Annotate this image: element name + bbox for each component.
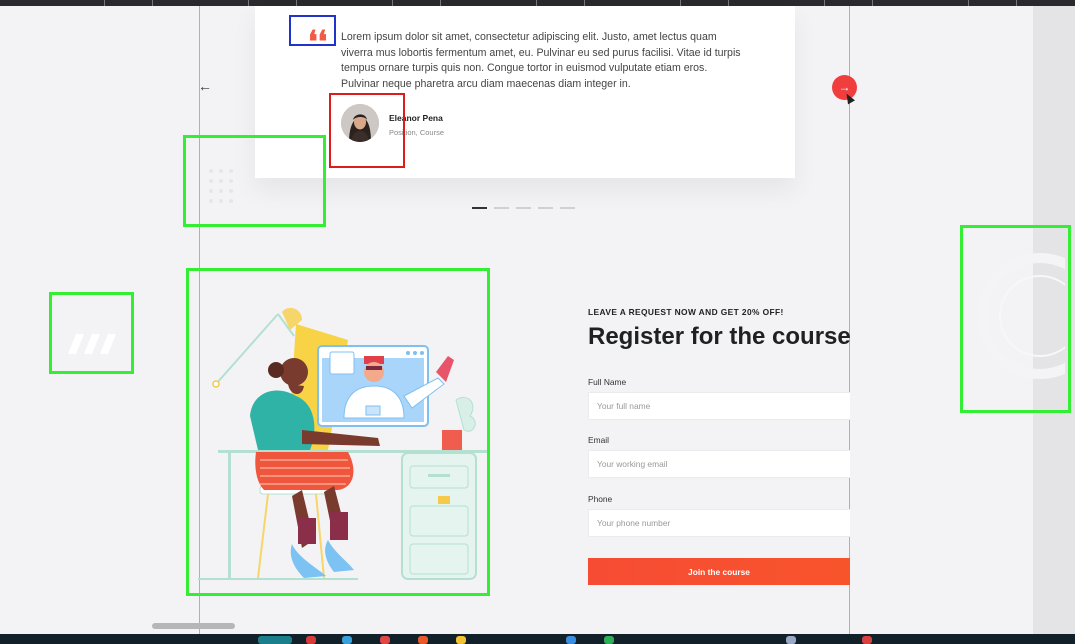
- taskbar-app-icon[interactable]: [342, 636, 352, 644]
- ruler-tick: [872, 0, 873, 6]
- form-title: Register for the course: [588, 323, 851, 350]
- horizontal-scrollbar[interactable]: [152, 623, 235, 629]
- taskbar: [0, 634, 1075, 644]
- ruler-tick: [104, 0, 105, 6]
- taskbar-app-icon[interactable]: [862, 636, 872, 644]
- join-course-button[interactable]: Join the course: [588, 558, 850, 585]
- highlight-box-red: [329, 93, 405, 168]
- taskbar-app-icon[interactable]: [566, 636, 576, 644]
- ruler-tick: [248, 0, 249, 6]
- taskbar-app-icon[interactable]: [258, 636, 292, 644]
- slider-dot[interactable]: [472, 207, 487, 209]
- slider-dot[interactable]: [516, 207, 531, 209]
- full-name-input[interactable]: [588, 392, 850, 420]
- slider-dot[interactable]: [560, 207, 575, 209]
- ruler-tick: [968, 0, 969, 6]
- highlight-box-green: [183, 135, 326, 227]
- highlight-box-green: [49, 292, 134, 374]
- taskbar-app-icon[interactable]: [380, 636, 390, 644]
- taskbar-app-icon[interactable]: [786, 636, 796, 644]
- email-input[interactable]: [588, 450, 850, 478]
- testimonial-quote: Lorem ipsum dolor sit amet, consectetur …: [341, 31, 741, 90]
- phone-label: Phone: [588, 494, 613, 504]
- slider-dot[interactable]: [538, 207, 553, 209]
- highlight-box-blue: [289, 15, 336, 46]
- arrow-left-icon[interactable]: ←: [197, 78, 213, 94]
- highlight-box-green: [186, 268, 490, 596]
- form-eyebrow: LEAVE A REQUEST NOW AND GET 20% OFF!: [588, 307, 784, 317]
- ruler-tick: [824, 0, 825, 6]
- taskbar-app-icon[interactable]: [456, 636, 466, 644]
- slider-dot[interactable]: [494, 207, 509, 209]
- phone-input[interactable]: [588, 509, 850, 537]
- ruler-tick: [1016, 0, 1017, 6]
- email-label: Email: [588, 435, 609, 445]
- highlight-box-green: [960, 225, 1071, 413]
- ruler-tick: [152, 0, 153, 6]
- slider-pagination: [472, 207, 575, 209]
- taskbar-app-icon[interactable]: [418, 636, 428, 644]
- taskbar-app-icon[interactable]: [604, 636, 614, 644]
- full-name-label: Full Name: [588, 377, 627, 387]
- taskbar-app-icon[interactable]: [306, 636, 316, 644]
